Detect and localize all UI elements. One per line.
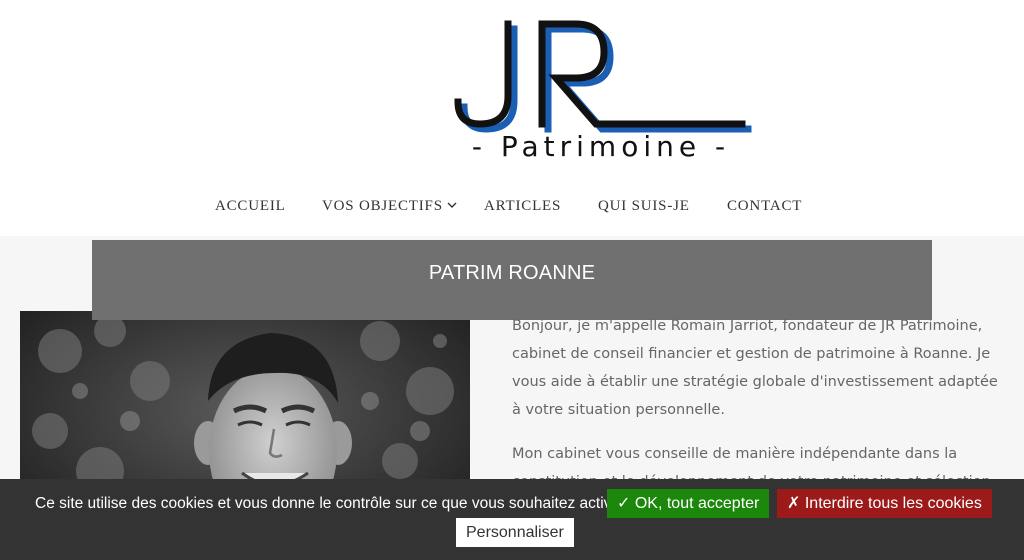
intro-paragraph: Bonjour, je m'appelle Romain Jarriot, fo…	[512, 318, 998, 418]
page-title: PATRIM ROANNE	[428, 262, 596, 284]
main-nav: ACCUEIL VOS OBJECTIFS ARTICLES QUI SUIS-…	[0, 198, 1024, 220]
nav-item-articles[interactable]: ARTICLES	[484, 198, 561, 215]
chevron-down-icon	[447, 198, 457, 216]
cookie-consent-bar: Ce site utilise des cookies et vous donn…	[0, 479, 1024, 560]
nav-item-vos-objectifs[interactable]: VOS OBJECTIFS	[322, 198, 457, 215]
nav-item-contact[interactable]: CONTACT	[727, 198, 802, 215]
page-banner: PATRIM ROANNE	[92, 240, 932, 320]
accept-all-cookies-button[interactable]: ✓ OK, tout accepter	[607, 489, 770, 518]
site-logo[interactable]: - Patrimoine -	[446, 14, 756, 170]
cookie-message: Ce site utilise des cookies et vous donn…	[35, 495, 626, 512]
deny-all-cookies-button[interactable]: ✗ Interdire tous les cookies	[777, 489, 992, 518]
nav-item-qui-suis-je[interactable]: QUI SUIS-JE	[598, 198, 690, 215]
nav-item-label: VOS OBJECTIFS	[322, 198, 443, 214]
logo-subtitle: - Patrimoine -	[471, 130, 731, 163]
logo-monogram-icon	[454, 20, 752, 133]
site-header: - Patrimoine - ACCUEIL VOS OBJECTIFS ART…	[0, 0, 1024, 236]
nav-item-accueil[interactable]: ACCUEIL	[215, 198, 286, 215]
customize-cookies-button[interactable]: Personnaliser	[456, 518, 574, 547]
